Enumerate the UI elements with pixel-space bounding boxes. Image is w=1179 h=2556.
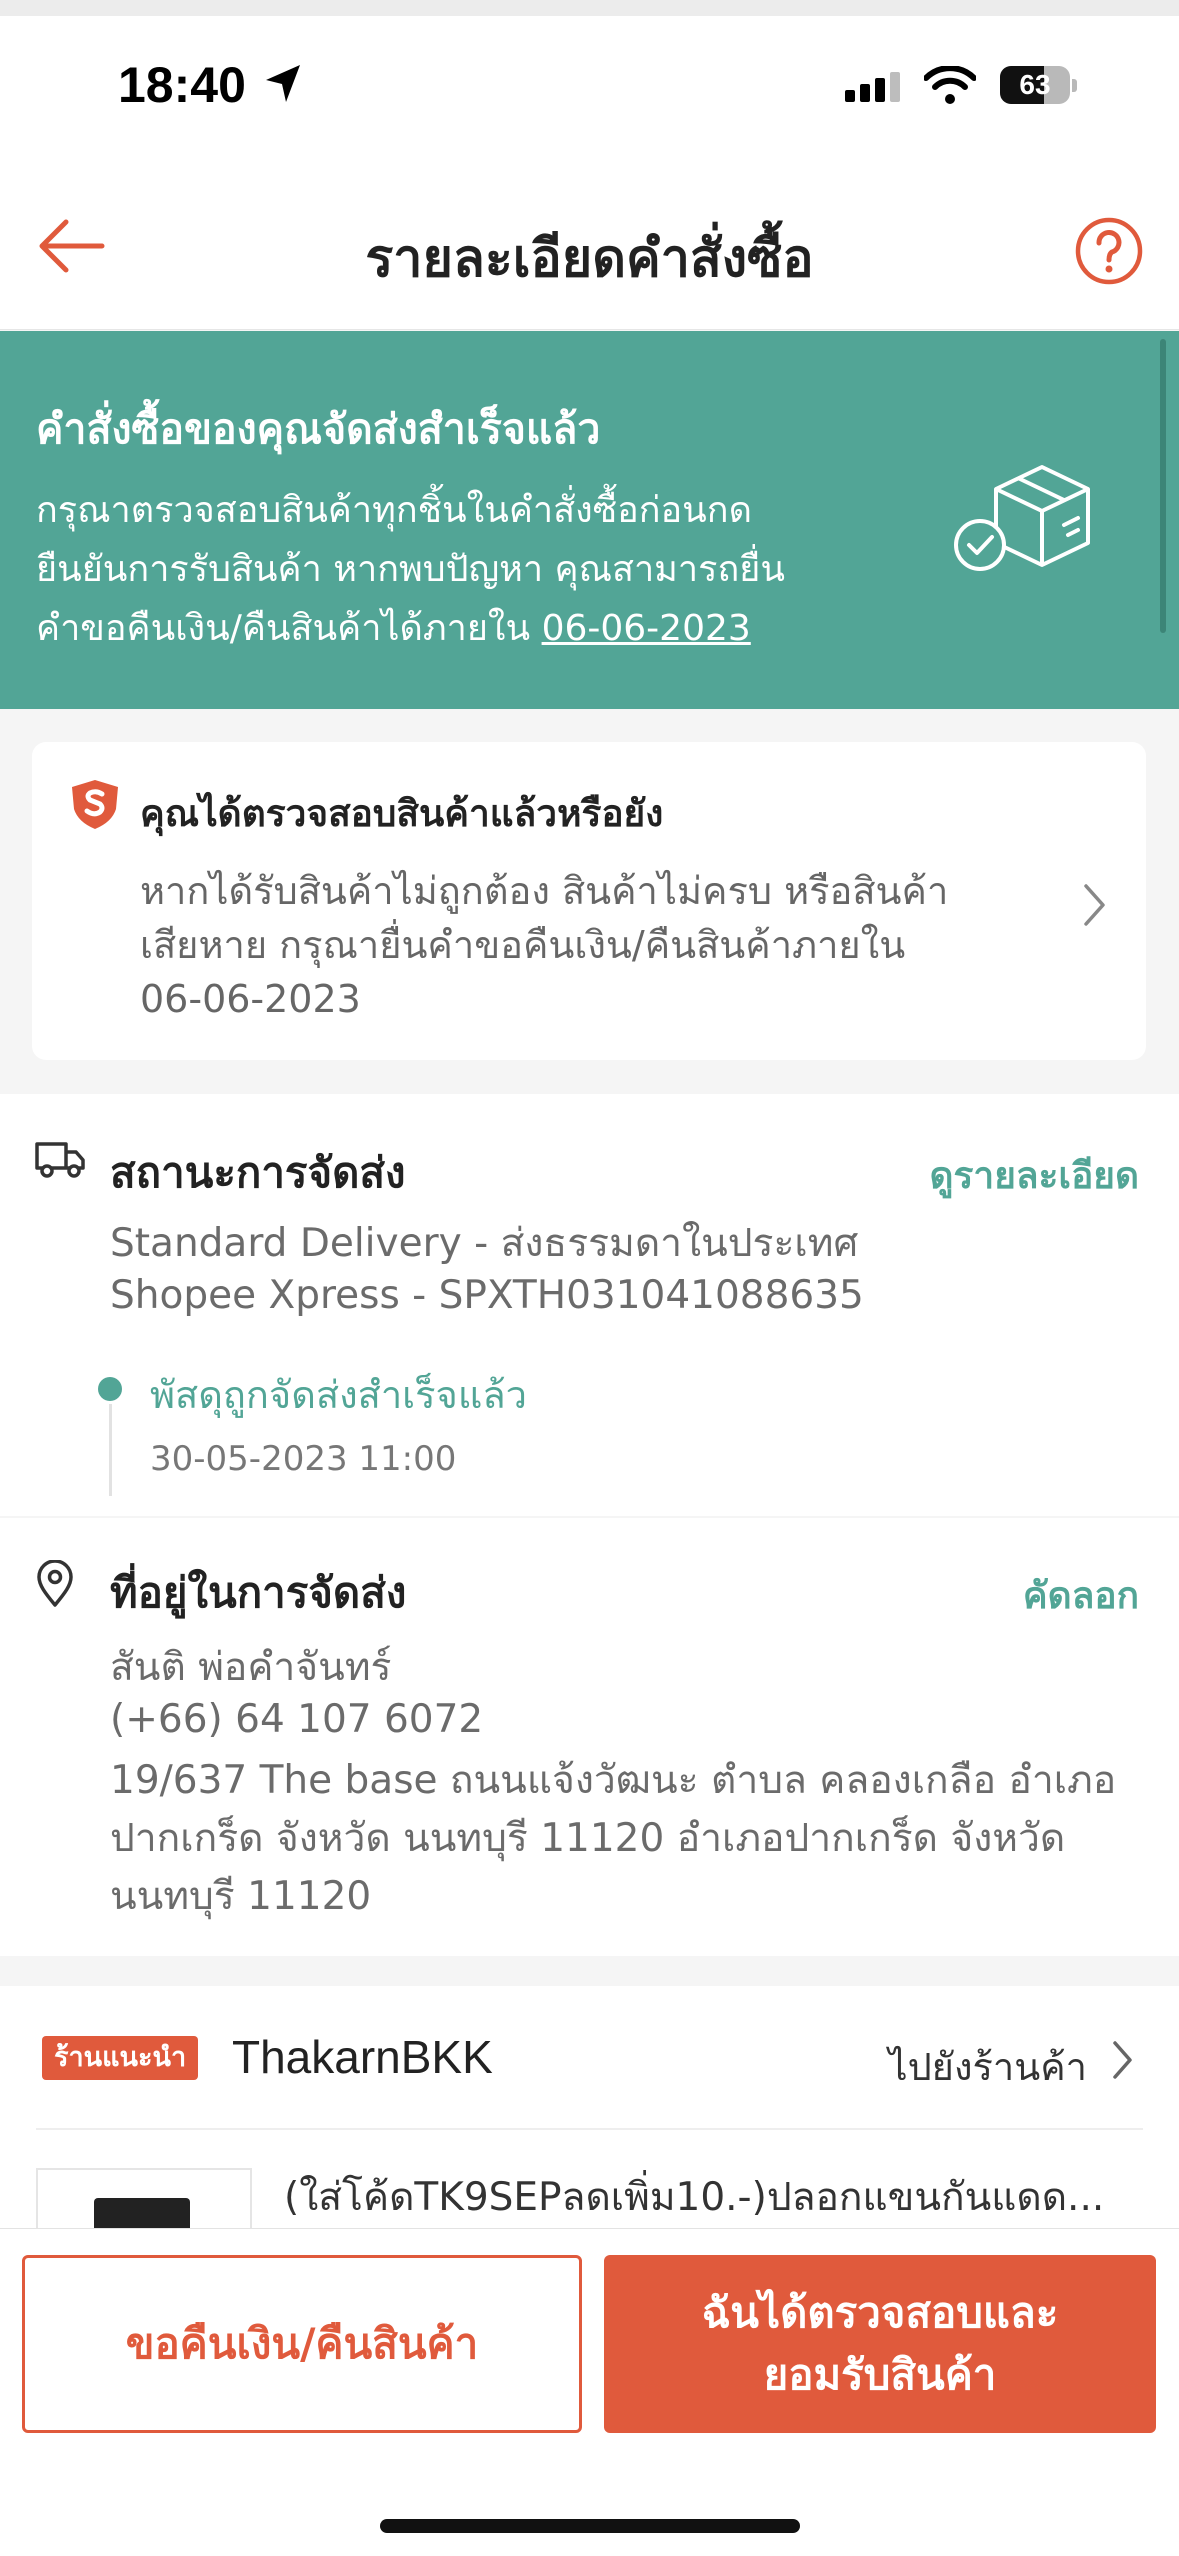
inspect-line: หากได้รับสินค้าไม่ถูกต้อง สินค้าไม่ครบ ห… <box>140 869 949 913</box>
copy-address-link[interactable]: คัดลอก <box>1023 1566 1139 1625</box>
battery-indicator: 63 <box>1000 66 1077 104</box>
inspection-reminder-card[interactable]: คุณได้ตรวจสอบสินค้าแล้วหรือยัง หากได้รับ… <box>32 742 1146 1060</box>
cellular-signal-icon <box>845 72 903 106</box>
chevron-right-icon <box>1112 2040 1134 2084</box>
banner-line: กรุณาตรวจสอบสินค้าทุกชิ้นในคำสั่งซื้อก่อ… <box>36 490 752 531</box>
location-arrow-icon <box>262 62 304 110</box>
battery-percent: 63 <box>1019 69 1051 100</box>
shipping-method: Standard Delivery - ส่งธรรมดาในประเทศ <box>110 1221 859 1266</box>
navigation-bar: รายละเอียดคำสั่งซื้อ <box>0 166 1179 330</box>
inspect-line: 06-06-2023 <box>140 977 361 1021</box>
location-pin-icon <box>34 1559 76 1612</box>
top-strip <box>0 0 1179 16</box>
banner-title: คำสั่งซื้อของคุณจัดส่งสำเร็จแล้ว <box>36 405 601 453</box>
timeline-dot <box>98 1377 122 1401</box>
shipping-status-section: สถานะการจัดส่ง ดูรายละเอียด Standard Del… <box>0 1094 1179 1516</box>
go-to-shop-link[interactable]: ไปยังร้านค้า <box>888 2036 1087 2097</box>
banner-deadline: 06-06-2023 <box>541 608 751 649</box>
confirm-receipt-button[interactable]: ฉันได้ตรวจสอบและ ยอมรับสินค้า <box>604 2255 1156 2433</box>
help-icon[interactable] <box>1074 216 1144 290</box>
address-line: 19/637 The base ถนนแจ้งวัฒนะ ตำบล คลองเก… <box>110 1758 1117 1803</box>
delivery-status: พัสดุถูกจัดส่งสำเร็จแล้ว <box>150 1373 527 1417</box>
inspect-title: คุณได้ตรวจสอบสินค้าแล้วหรือยัง <box>140 792 664 835</box>
delivery-timestamp: 30-05-2023 11:00 <box>150 1439 457 1479</box>
wifi-icon <box>923 65 977 108</box>
status-bar: 18:40 63 <box>0 16 1179 166</box>
bottom-action-bar: ขอคืนเงิน/คืนสินค้า ฉันได้ตรวจสอบและ ยอม… <box>0 2228 1179 2556</box>
address-line: ปากเกร็ด จังหวัด นนทบุรี 11120 อำเภอปากเ… <box>110 1816 1066 1861</box>
delivery-success-banner: คำสั่งซื้อของคุณจัดส่งสำเร็จแล้ว กรุณาตร… <box>0 331 1179 709</box>
shopee-guarantee-shield-icon <box>68 777 122 835</box>
shop-section: ร้านแนะนำ ThakarnBKK ไปยังร้านค้า (ใส่โค… <box>0 1986 1179 2258</box>
preferred-shop-badge: ร้านแนะนำ <box>42 2036 199 2080</box>
banner-line: ยืนยันการรับสินค้า หากพบปัญหา คุณสามารถย… <box>36 549 785 590</box>
package-check-icon <box>950 451 1100 583</box>
recipient-phone: (+66) 64 107 6072 <box>110 1697 484 1742</box>
product-name[interactable]: (ใส่โค้ดTK9SEPลดเพิ่ม10.-)ปลอกแขนกันแดด.… <box>284 2166 1144 2228</box>
delivery-address-section: ที่อยู่ในการจัดส่ง คัดลอก สันติ พ่อคำจัน… <box>0 1518 1179 1956</box>
chevron-right-icon <box>1082 882 1108 932</box>
timeline-line <box>109 1404 112 1496</box>
banner-message: กรุณาตรวจสอบสินค้าทุกชิ้นในคำสั่งซื้อก่อ… <box>36 481 916 658</box>
inspect-line: เสียหาย กรุณายื่นคำขอคืนเงิน/คืนสินค้าภา… <box>140 923 906 967</box>
banner-line: คำขอคืนเงิน/คืนสินค้าได้ภายใน <box>36 608 542 649</box>
scroll-indicator <box>1160 339 1166 633</box>
address-line: นนทบุรี 11120 <box>110 1874 372 1919</box>
page-title: รายละเอียดคำสั่งซื้อ <box>365 229 814 289</box>
shipping-status-title: สถานะการจัดส่ง <box>110 1148 406 1197</box>
view-details-link[interactable]: ดูรายละเอียด <box>930 1146 1139 1205</box>
address-title: ที่อยู่ในการจัดส่ง <box>110 1568 407 1617</box>
recipient-name: สันติ พ่อคำจันทร์ <box>110 1645 392 1690</box>
shipping-carrier-tracking: Shopee Xpress - SPXTH031041088635 <box>110 1273 864 1318</box>
divider <box>36 2128 1143 2130</box>
home-indicator <box>380 2519 800 2533</box>
inspect-description: หากได้รับสินค้าไม่ถูกต้อง สินค้าไม่ครบ ห… <box>140 864 1060 1026</box>
status-time: 18:40 <box>118 57 246 113</box>
request-refund-button[interactable]: ขอคืนเงิน/คืนสินค้า <box>22 2255 582 2433</box>
truck-icon <box>34 1140 86 1184</box>
shop-name[interactable]: ThakarnBKK <box>232 2030 493 2084</box>
